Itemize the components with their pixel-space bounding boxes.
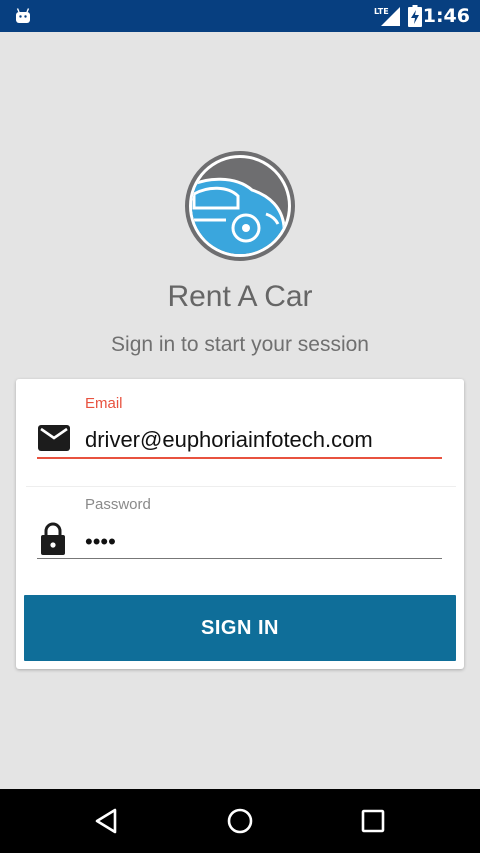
back-icon[interactable] bbox=[93, 807, 121, 835]
email-underline bbox=[37, 457, 442, 459]
email-label: Email bbox=[85, 395, 123, 412]
app-logo bbox=[185, 151, 295, 261]
home-icon[interactable] bbox=[226, 807, 254, 835]
mail-icon bbox=[38, 425, 70, 451]
android-icon bbox=[16, 8, 30, 23]
status-bar: LTE 1:46 bbox=[0, 0, 480, 32]
password-input[interactable]: •••• bbox=[85, 529, 116, 555]
login-card: Email driver@euphoriainfotech.com Passwo… bbox=[16, 379, 464, 669]
password-underline bbox=[37, 558, 442, 559]
status-clock: 1:46 bbox=[422, 5, 470, 27]
field-divider bbox=[26, 486, 456, 487]
login-screen: LTE 1:46 Rent A Car Sign in to start you… bbox=[0, 0, 480, 853]
lock-icon bbox=[41, 522, 65, 555]
navigation-bar bbox=[0, 789, 480, 853]
battery-charging-icon bbox=[408, 5, 422, 27]
recents-icon[interactable] bbox=[359, 807, 387, 835]
password-label: Password bbox=[85, 496, 151, 513]
page-subtitle: Sign in to start your session bbox=[111, 333, 369, 356]
sign-in-button[interactable]: SIGN IN bbox=[24, 595, 456, 661]
app-title: Rent A Car bbox=[167, 280, 313, 313]
svg-text:LTE: LTE bbox=[374, 7, 389, 16]
lte-signal-icon: LTE bbox=[374, 7, 400, 26]
email-input[interactable]: driver@euphoriainfotech.com bbox=[85, 427, 373, 453]
